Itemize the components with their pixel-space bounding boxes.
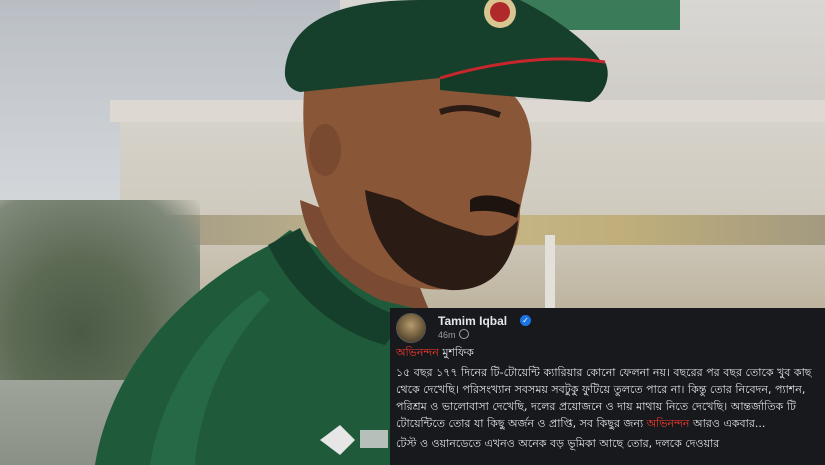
post-time[interactable]: 46m	[438, 330, 456, 340]
news-photo: Tamim Iqbal ✓ 46m অভিনন্দন মুশফিক ১৫ বছর…	[0, 0, 825, 465]
post-paragraph-1: ১৫ বছর ১৭৭ দিনের টি-টোয়েন্টি ক্যারিয়ার…	[396, 364, 820, 432]
heading-text: মুশফিক	[438, 346, 474, 359]
verified-badge-icon: ✓	[520, 315, 531, 326]
post-author[interactable]: Tamim Iqbal	[438, 314, 507, 328]
globe-icon	[458, 329, 469, 339]
profile-avatar[interactable]	[396, 313, 426, 343]
post-header: Tamim Iqbal ✓ 46m	[396, 312, 816, 343]
facebook-post-overlay: Tamim Iqbal ✓ 46m অভিনন্দন মুশফিক ১৫ বছর…	[390, 308, 825, 465]
highlight-text[interactable]: অভিনন্দন	[647, 417, 690, 430]
highlight-text[interactable]: অভিনন্দন	[396, 346, 439, 359]
paragraph-text: আরও একবার...	[689, 417, 766, 430]
post-body: অভিনন্দন মুশফিক ১৫ বছর ১৭৭ দিনের টি-টোয়…	[396, 344, 820, 455]
post-heading: অভিনন্দন মুশফিক	[396, 344, 820, 361]
post-paragraph-2: টেস্ট ও ওয়ানডেতে এখনও অনেক বড় ভূমিকা আ…	[396, 437, 720, 450]
post-meta: 46m	[438, 329, 469, 340]
